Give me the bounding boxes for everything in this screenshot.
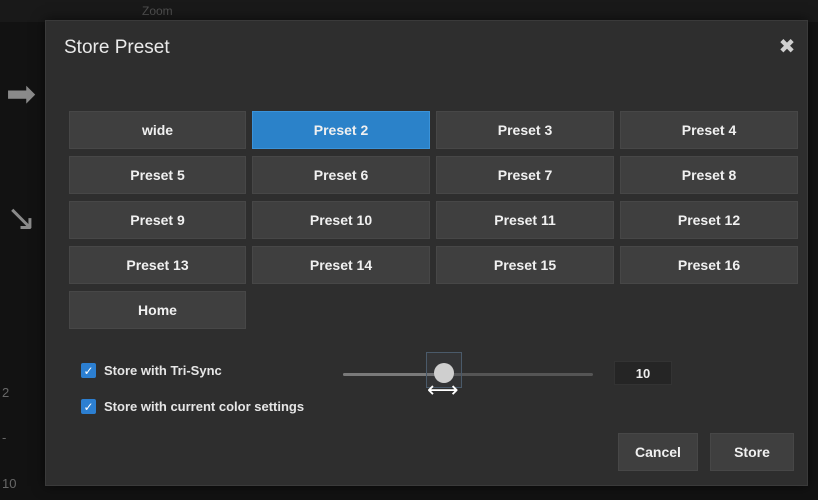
preset-button-2[interactable]: Preset 2 — [252, 111, 430, 149]
preset-button-15[interactable]: Preset 15 — [436, 246, 614, 284]
preset-button-7[interactable]: Preset 7 — [436, 156, 614, 194]
speed-value-field[interactable]: 10 — [614, 361, 672, 385]
preset-button-3[interactable]: Preset 3 — [436, 111, 614, 149]
preset-button-6[interactable]: Preset 6 — [252, 156, 430, 194]
cancel-button[interactable]: Cancel — [618, 433, 698, 471]
preset-button-11[interactable]: Preset 11 — [436, 201, 614, 239]
dialog-title: Store Preset — [64, 37, 170, 58]
preset-button-10[interactable]: Preset 10 — [252, 201, 430, 239]
preset-button-5[interactable]: Preset 5 — [69, 156, 246, 194]
preset-button-4[interactable]: Preset 4 — [620, 111, 798, 149]
preset-button-16[interactable]: Preset 16 — [620, 246, 798, 284]
preset-button-8[interactable]: Preset 8 — [620, 156, 798, 194]
store-preset-dialog: Store Preset ✖ wide Preset 2 Preset 3 Pr… — [45, 20, 808, 486]
color-settings-option[interactable]: ✓ Store with current color settings — [81, 399, 304, 414]
preset-button-13[interactable]: Preset 13 — [69, 246, 246, 284]
horizontal-resize-cursor-icon: ⟷ — [427, 377, 459, 402]
tri-sync-label: Store with Tri-Sync — [104, 363, 222, 378]
preset-button-9[interactable]: Preset 9 — [69, 201, 246, 239]
color-settings-checkbox[interactable]: ✓ — [81, 399, 96, 414]
speed-slider-track[interactable] — [343, 373, 593, 376]
preset-grid: wide Preset 2 Preset 3 Preset 4 Preset 5… — [69, 111, 798, 329]
color-settings-label: Store with current color settings — [104, 399, 305, 414]
preset-button-wide[interactable]: wide — [69, 111, 246, 149]
tri-sync-option[interactable]: ✓ Store with Tri-Sync — [81, 363, 222, 378]
tri-sync-checkbox[interactable]: ✓ — [81, 363, 96, 378]
preset-button-12[interactable]: Preset 12 — [620, 201, 798, 239]
close-icon[interactable]: ✖ — [777, 37, 797, 57]
preset-button-home[interactable]: Home — [69, 291, 246, 329]
preset-button-14[interactable]: Preset 14 — [252, 246, 430, 284]
store-button[interactable]: Store — [710, 433, 794, 471]
